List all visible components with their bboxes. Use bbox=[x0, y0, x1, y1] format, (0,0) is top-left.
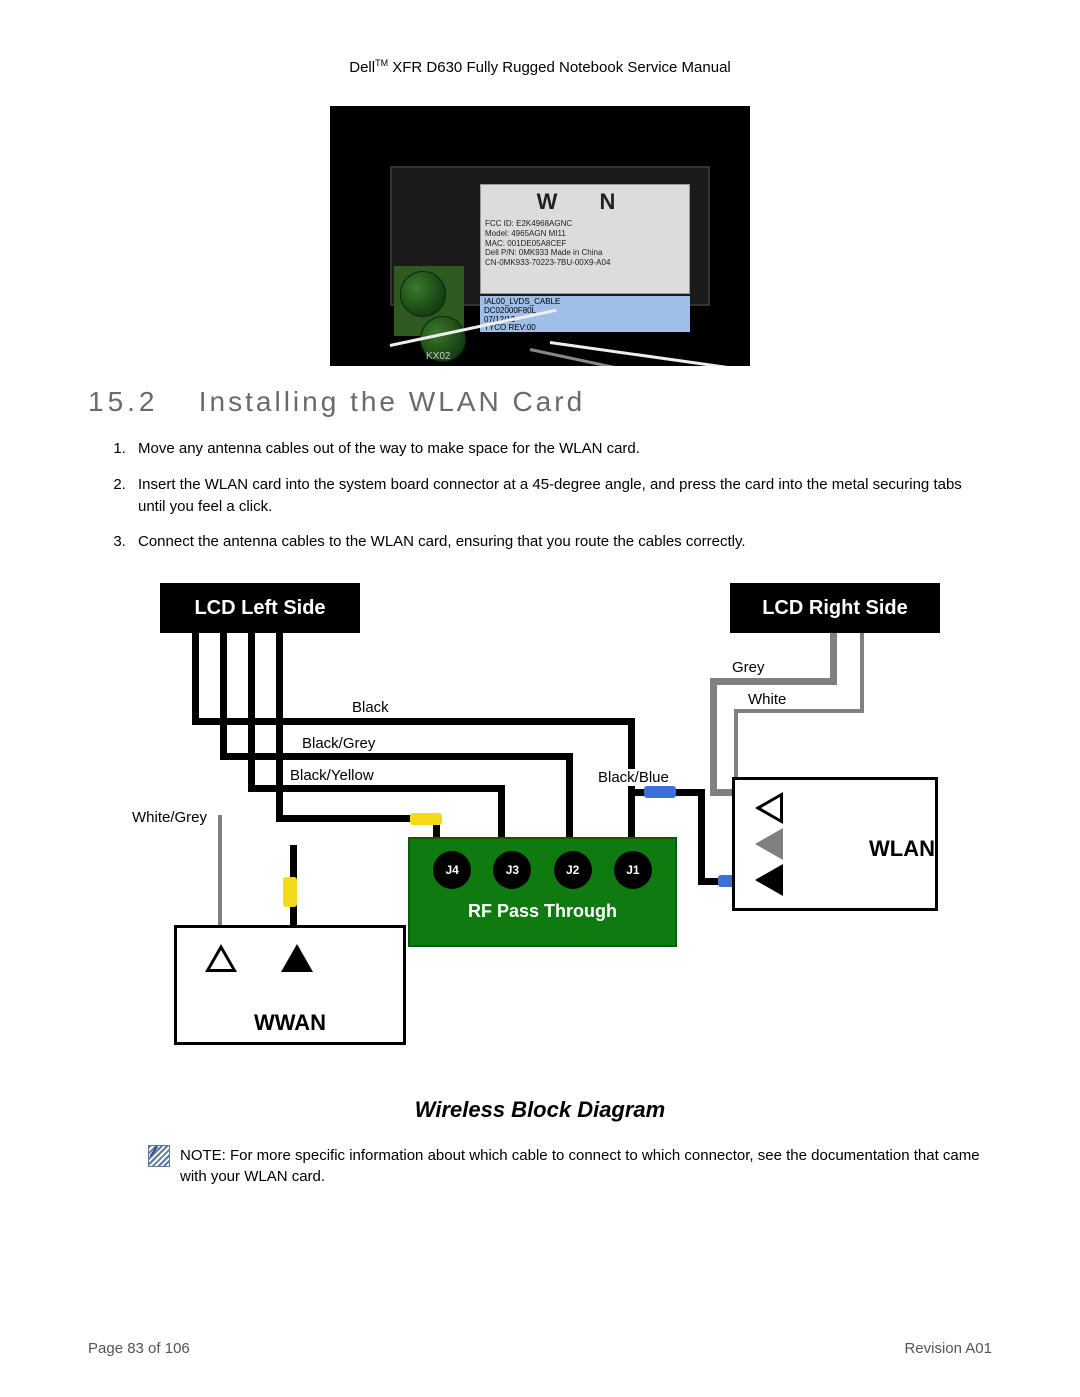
wwan-label: WWAN bbox=[177, 1010, 403, 1036]
note-row: NOTE: For more specific information abou… bbox=[148, 1145, 992, 1187]
header-rest: XFR D630 Fully Rugged Notebook Service M… bbox=[388, 59, 731, 76]
page-footer: Page 83 of 106 Revision A01 bbox=[88, 1340, 992, 1357]
tag-yellow-icon bbox=[283, 877, 297, 907]
label-white: White bbox=[746, 691, 788, 708]
strip4: TYCO REV:00 bbox=[484, 324, 686, 333]
wlan-photo: KX02 W N FCC ID: E2K4968AGNC Model: 4965… bbox=[330, 106, 750, 366]
steps-list: Move any antenna cables out of the way t… bbox=[130, 438, 992, 553]
card-model: Model: 4965AGN MI11 bbox=[485, 229, 685, 239]
wlan-module-box: WLAN bbox=[732, 777, 938, 911]
wlan-card-label: W N FCC ID: E2K4968AGNC Model: 4965AGN M… bbox=[480, 184, 690, 294]
label-black-grey: Black/Grey bbox=[300, 735, 377, 752]
wlan-label: WLAN bbox=[735, 836, 949, 862]
antenna-icon bbox=[755, 864, 783, 896]
label-black-blue: Black/Blue bbox=[596, 769, 671, 786]
diagram-caption: Wireless Block Diagram bbox=[88, 1097, 992, 1123]
rf-title: RF Pass Through bbox=[410, 901, 675, 922]
label-white-grey: White/Grey bbox=[130, 809, 209, 826]
jack-j3: J3 bbox=[493, 851, 531, 889]
jack-j1: J1 bbox=[614, 851, 652, 889]
cable-label-strip: IAL00_LVDS_CABLE DC02000F80L 07/12/13 TY… bbox=[480, 296, 690, 332]
card-mac: MAC: 001DE05A8CEF bbox=[485, 239, 685, 249]
card-big-letters: W N bbox=[485, 189, 685, 215]
footer-page: Page 83 of 106 bbox=[88, 1340, 190, 1357]
card-cn: CN-0MK933-70223-7BU-00X9-A04 bbox=[485, 258, 685, 268]
antenna-icon bbox=[281, 944, 313, 972]
step-1: Move any antenna cables out of the way t… bbox=[130, 438, 992, 460]
section-heading: 15.2 Installing the WLAN Card bbox=[88, 386, 992, 418]
tag-blue-icon bbox=[644, 786, 676, 798]
figure-photo-wrap: KX02 W N FCC ID: E2K4968AGNC Model: 4965… bbox=[88, 106, 992, 366]
wireless-block-diagram: LCD Left Side LCD Right Side bbox=[130, 577, 950, 1077]
jack-j4: J4 bbox=[433, 851, 471, 889]
wwan-module-box: WWAN bbox=[174, 925, 406, 1045]
step-2: Insert the WLAN card into the system boa… bbox=[130, 474, 992, 518]
section-title: Installing the WLAN Card bbox=[199, 386, 585, 417]
section-number: 15.2 bbox=[88, 386, 188, 418]
photo-marking: KX02 bbox=[426, 351, 450, 362]
card-pn: Dell P/N: 0MK933 Made in China bbox=[485, 248, 685, 258]
antenna-icon bbox=[755, 792, 783, 824]
card-fcc: FCC ID: E2K4968AGNC bbox=[485, 219, 685, 229]
rf-pass-through-box: J4 J3 J2 J1 RF Pass Through bbox=[408, 837, 677, 947]
label-black-yellow: Black/Yellow bbox=[288, 767, 376, 784]
jack-j2: J2 bbox=[554, 851, 592, 889]
lcd-right-box: LCD Right Side bbox=[730, 583, 940, 633]
label-grey: Grey bbox=[730, 659, 767, 676]
page: DellTM XFR D630 Fully Rugged Notebook Se… bbox=[0, 0, 1080, 1397]
header-brand: Dell bbox=[349, 59, 375, 76]
tag-yellow-icon bbox=[410, 813, 442, 825]
label-black: Black bbox=[350, 699, 391, 716]
note-icon bbox=[148, 1145, 170, 1167]
header-tm: TM bbox=[375, 58, 388, 68]
lcd-left-box: LCD Left Side bbox=[160, 583, 360, 633]
document-header: DellTM XFR D630 Fully Rugged Notebook Se… bbox=[88, 58, 992, 76]
note-text: NOTE: For more specific information abou… bbox=[180, 1145, 992, 1187]
footer-revision: Revision A01 bbox=[904, 1340, 992, 1357]
antenna-icon bbox=[205, 944, 237, 972]
step-3: Connect the antenna cables to the WLAN c… bbox=[130, 531, 992, 553]
